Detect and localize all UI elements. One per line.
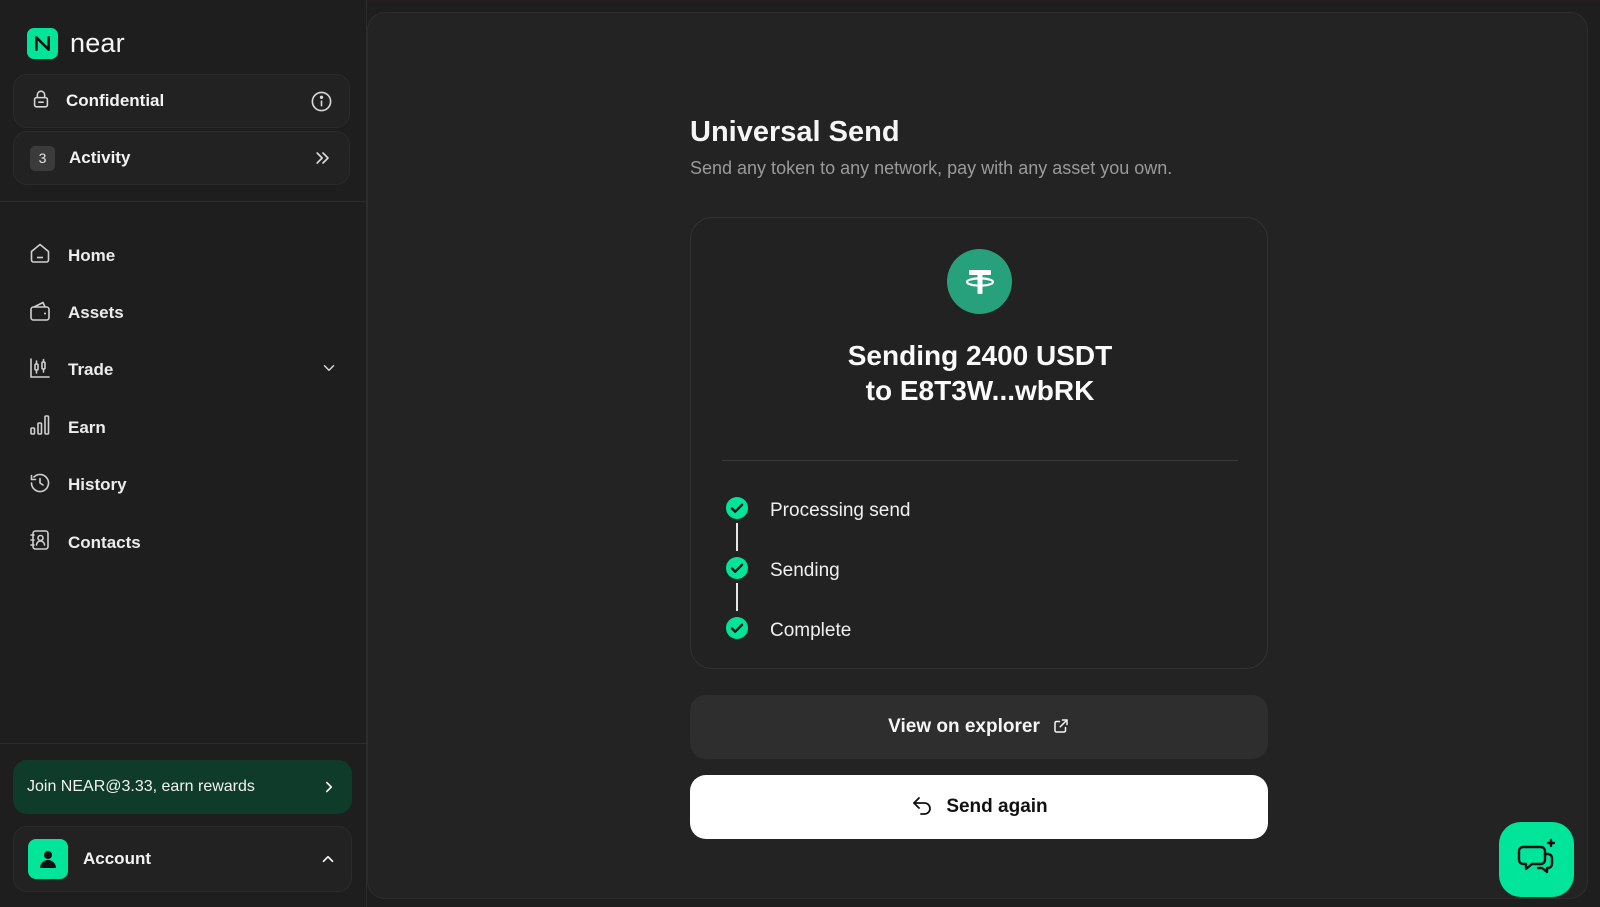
promo-banner[interactable]: Join NEAR@3.33, earn rewards	[13, 760, 352, 814]
wallet-icon	[28, 299, 52, 328]
sidebar-item-label: Assets	[68, 303, 124, 323]
step-label: Processing send	[770, 499, 911, 521]
brand-logo[interactable]: near	[27, 28, 125, 59]
promo-label: Join NEAR@3.33, earn rewards	[27, 778, 255, 795]
support-chat-button[interactable]	[1499, 822, 1574, 897]
step-connector	[736, 583, 738, 611]
check-circle-icon	[725, 496, 749, 525]
contacts-icon	[28, 528, 52, 557]
step-complete: Complete	[725, 616, 851, 645]
candlestick-icon	[28, 356, 52, 385]
step-label: Sending	[770, 559, 840, 581]
check-circle-icon	[725, 556, 749, 585]
activity-label: Activity	[69, 148, 131, 167]
sidebar: near Confidential 3 Activity Home Assets…	[0, 0, 367, 907]
sidebar-item-label: Home	[68, 245, 116, 265]
lock-icon	[30, 88, 52, 115]
send-status-card: Sending 2400 USDT to E8T3W...wbRK Proces…	[690, 217, 1268, 669]
external-link-icon	[1052, 717, 1070, 738]
bar-chart-icon	[28, 413, 52, 442]
send-again-button[interactable]: Send again	[690, 775, 1268, 839]
sidebar-item-label: Trade	[68, 360, 114, 380]
sidebar-item-history[interactable]: History	[28, 457, 338, 514]
sidebar-item-contacts[interactable]: Contacts	[28, 514, 338, 571]
sidebar-nav: Home Assets Trade Earn History Contacts	[28, 227, 338, 571]
chevron-up-icon[interactable]	[319, 850, 337, 868]
step-label: Complete	[770, 619, 852, 641]
brand-name: near	[70, 28, 125, 58]
view-on-explorer-button[interactable]: View on explorer	[690, 695, 1268, 759]
main-panel: Universal Send Send any token to any net…	[367, 12, 1588, 899]
chat-icon	[1515, 835, 1559, 884]
sidebar-item-label: Contacts	[68, 532, 141, 552]
check-circle-icon	[725, 616, 749, 645]
history-icon	[28, 471, 52, 500]
step-connector	[736, 523, 738, 551]
account-menu[interactable]: Account	[13, 826, 352, 892]
sidebar-item-label: History	[68, 475, 127, 495]
sidebar-divider	[0, 743, 367, 744]
avatar	[28, 839, 68, 879]
sidebar-item-assets[interactable]: Assets	[28, 284, 338, 341]
sending-summary: Sending 2400 USDT to E8T3W...wbRK	[691, 338, 1269, 408]
info-icon[interactable]	[310, 90, 333, 113]
tether-icon	[947, 249, 1012, 314]
sending-recipient: to E8T3W...wbRK	[865, 375, 1095, 406]
confidential-label: Confidential	[66, 91, 165, 110]
near-logo-icon	[27, 28, 58, 59]
double-chevron-right-icon	[313, 148, 333, 168]
sidebar-item-label: Earn	[68, 417, 106, 437]
activity-count-badge: 3	[30, 145, 55, 171]
sidebar-item-trade[interactable]: Trade	[28, 342, 338, 399]
card-divider	[722, 460, 1238, 461]
step-processing-send: Processing send	[725, 496, 910, 525]
confidential-toggle[interactable]: Confidential	[13, 74, 350, 128]
activity-button[interactable]: 3 Activity	[13, 131, 350, 185]
chevron-right-icon	[320, 778, 338, 796]
sidebar-item-home[interactable]: Home	[28, 227, 338, 284]
send-again-label: Send again	[946, 796, 1048, 817]
sidebar-divider	[0, 201, 367, 202]
step-sending: Sending	[725, 556, 840, 585]
account-label: Account	[83, 849, 151, 868]
undo-arrow-icon	[910, 794, 934, 821]
view-on-explorer-label: View on explorer	[888, 716, 1040, 737]
page-subtitle: Send any token to any network, pay with …	[690, 158, 1173, 178]
page-title: Universal Send	[690, 116, 900, 148]
sending-amount: Sending 2400 USDT	[847, 340, 1113, 371]
sidebar-item-earn[interactable]: Earn	[28, 399, 338, 456]
chevron-down-icon[interactable]	[320, 359, 338, 382]
home-icon	[28, 241, 52, 270]
